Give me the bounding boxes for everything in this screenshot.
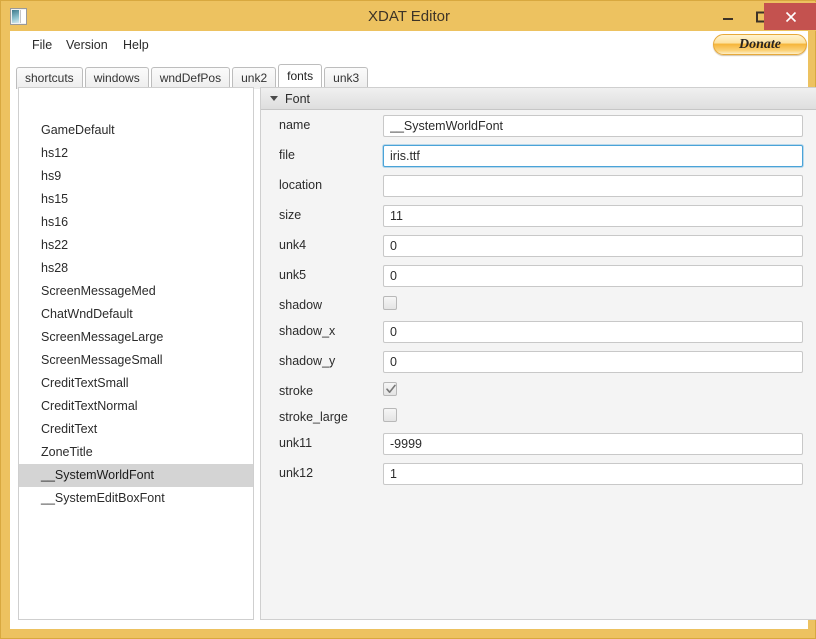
field-row-file: file [261, 140, 816, 170]
field-label-size: size [279, 208, 302, 222]
tab-fonts[interactable]: fonts [278, 64, 323, 88]
checkbox-stroke_large[interactable] [383, 408, 397, 422]
field-row-stroke_large: stroke_large [261, 402, 816, 428]
field-row-stroke: stroke [261, 376, 816, 402]
chevron-down-icon[interactable] [270, 96, 278, 101]
list-item[interactable]: __SystemEditBoxFont [19, 487, 253, 510]
input-size[interactable] [383, 205, 803, 227]
font-list: GameDefault hs12 hs9 hs15 hs16 hs22 hs28 Screen… [19, 117, 253, 510]
list-item[interactable]: ZoneTitle [19, 441, 253, 464]
input-name[interactable] [383, 115, 803, 137]
list-item[interactable]: hs22 [19, 234, 253, 257]
font-list-panel-header [18, 87, 254, 117]
font-properties-panel: Font name file location size unk4 unk5 shadow s… [260, 87, 816, 620]
donate-button-label: Donate [739, 37, 781, 52]
close-icon [785, 11, 796, 22]
check-icon [386, 384, 396, 393]
tab-windows[interactable]: windows [84, 67, 149, 89]
field-row-unk4: unk4 [261, 230, 816, 260]
title-bar: XDAT Editor [2, 2, 816, 31]
group-title: Font [285, 92, 311, 106]
input-file[interactable] [383, 145, 803, 167]
field-row-unk5: unk5 [261, 260, 816, 290]
window-title: XDAT Editor [368, 8, 450, 25]
field-label-unk12: unk12 [279, 466, 314, 480]
field-label-file: file [279, 148, 295, 162]
menu-bar: File Version Help Donate [10, 31, 808, 60]
list-item[interactable]: ScreenMessageMed [19, 280, 253, 303]
input-unk4[interactable] [383, 235, 803, 257]
checkbox-shadow[interactable] [383, 296, 397, 310]
field-label-location: location [279, 178, 323, 192]
list-item[interactable]: CreditTextSmall [19, 372, 253, 395]
field-label-shadow_y: shadow_y [279, 354, 336, 368]
content-panes: GameDefault hs12 hs9 hs15 hs16 hs22 hs28 Screen… [18, 87, 816, 620]
menu-item-file[interactable]: File [25, 31, 59, 59]
list-item[interactable]: hs12 [19, 142, 253, 165]
donate-button[interactable]: Donate [713, 34, 807, 55]
minimize-button[interactable] [711, 3, 745, 31]
tab-list: shortcuts windows wndDefPos unk2 fonts unk3 [16, 63, 369, 89]
list-item[interactable]: GameDefault [19, 119, 253, 142]
tab-bar: shortcuts windows wndDefPos unk2 fonts unk3 [10, 59, 808, 89]
input-unk12[interactable] [383, 463, 803, 485]
list-item[interactable]: hs16 [19, 211, 253, 234]
field-row-shadow: shadow [261, 290, 816, 316]
checkbox-stroke[interactable] [383, 382, 397, 396]
list-item[interactable]: hs15 [19, 188, 253, 211]
application-window: XDAT Editor File Version Help Donate sho… [0, 0, 816, 639]
menu-item-help[interactable]: Help [116, 31, 156, 59]
field-row-unk11: unk11 [261, 428, 816, 458]
minimize-icon [723, 18, 733, 20]
group-header[interactable]: Font [261, 88, 816, 110]
list-item[interactable]: CreditText [19, 418, 253, 441]
tab-unk3[interactable]: unk3 [324, 67, 369, 89]
tab-wnddefpos[interactable]: wndDefPos [150, 67, 231, 89]
list-item[interactable]: hs28 [19, 257, 253, 280]
input-unk11[interactable] [383, 433, 803, 455]
client-area: File Version Help Donate shortcuts window… [10, 31, 816, 629]
list-item[interactable]: ChatWndDefault [19, 303, 253, 326]
input-location[interactable] [383, 175, 803, 197]
font-list-panel[interactable]: GameDefault hs12 hs9 hs15 hs16 hs22 hs28 Screen… [18, 117, 254, 620]
field-label-unk11: unk11 [279, 436, 313, 450]
field-label-name: name [279, 118, 311, 132]
tab-unk2[interactable]: unk2 [232, 67, 277, 89]
field-label-shadow_x: shadow_x [279, 324, 336, 338]
property-field-list: name file location size unk4 unk5 shadow shadow… [261, 110, 816, 488]
menu-item-version[interactable]: Version [59, 31, 115, 59]
field-row-name: name [261, 110, 816, 140]
field-row-shadow_y: shadow_y [261, 346, 816, 376]
list-item[interactable]: ScreenMessageSmall [19, 349, 253, 372]
list-item[interactable]: hs9 [19, 165, 253, 188]
field-row-shadow_x: shadow_x [261, 316, 816, 346]
list-item[interactable]: ScreenMessageLarge [19, 326, 253, 349]
field-row-size: size [261, 200, 816, 230]
list-item[interactable]: __SystemWorldFont [19, 464, 253, 487]
close-button[interactable] [764, 3, 816, 30]
list-item[interactable]: CreditTextNormal [19, 395, 253, 418]
field-label-unk4: unk4 [279, 238, 307, 252]
input-shadow_x[interactable] [383, 321, 803, 343]
field-row-unk12: unk12 [261, 458, 816, 488]
tab-shortcuts[interactable]: shortcuts [16, 67, 83, 89]
field-row-location: location [261, 170, 816, 200]
input-unk5[interactable] [383, 265, 803, 287]
field-label-unk5: unk5 [279, 268, 307, 282]
input-shadow_y[interactable] [383, 351, 803, 373]
